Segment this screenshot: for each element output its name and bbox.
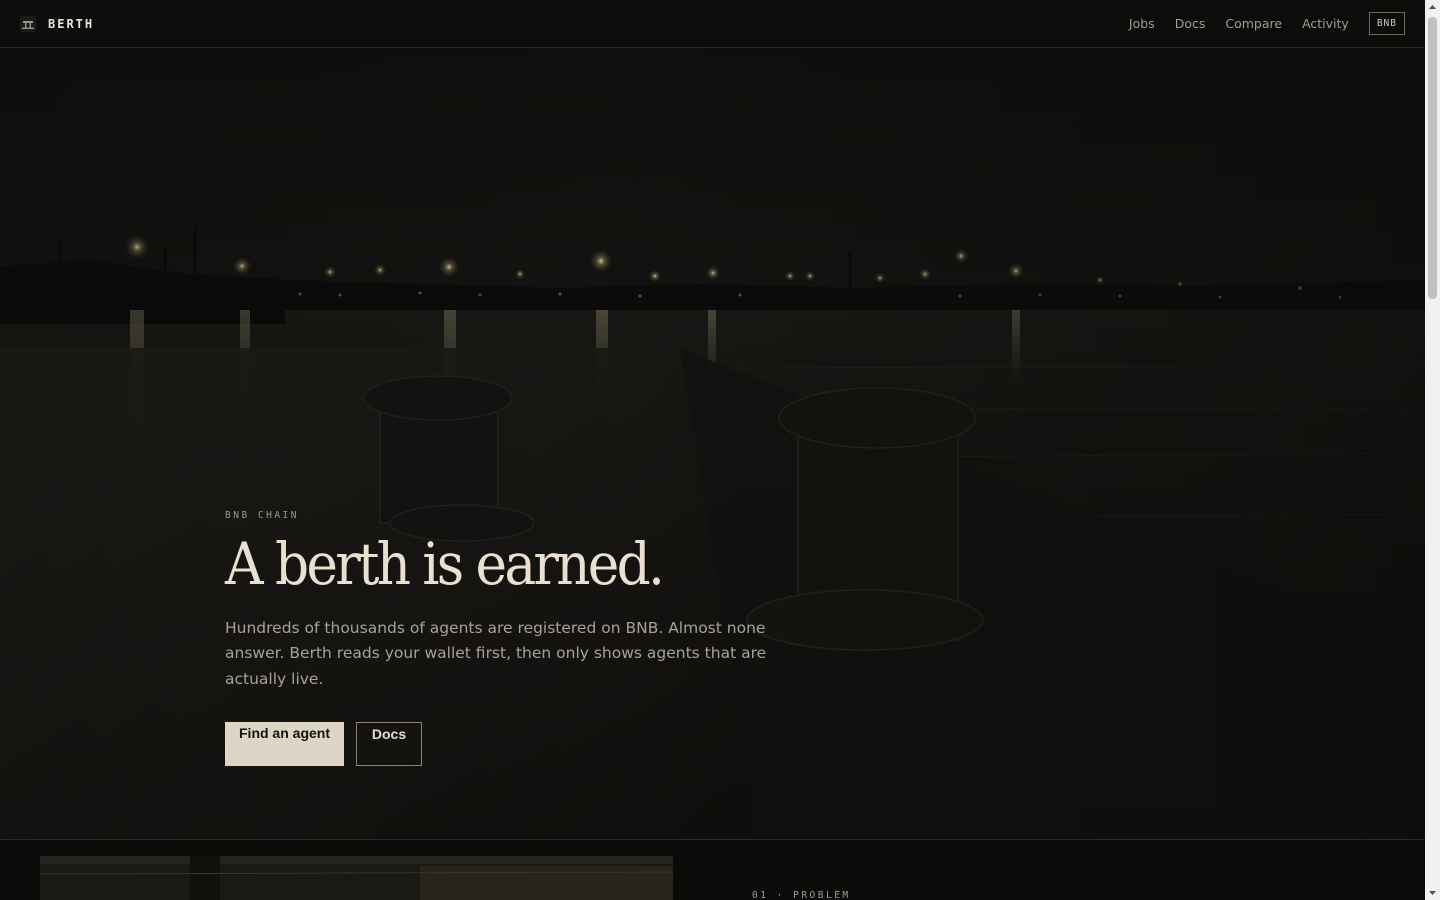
nav-link-docs[interactable]: Docs <box>1175 16 1206 31</box>
brand-name: BERTH <box>48 16 95 31</box>
hero-content: BNB CHAIN A berth is earned. Hundreds of… <box>225 510 785 767</box>
chain-selector-button[interactable]: BNB <box>1368 12 1405 35</box>
problem-section: 01 · PROBLEM <box>0 841 1425 900</box>
section-label: 01 · PROBLEM <box>752 890 851 900</box>
nav-link-activity[interactable]: Activity <box>1302 16 1349 31</box>
top-navigation-bar: BERTH Jobs Docs Compare Activity BNB <box>0 0 1425 48</box>
page-scrollbar[interactable] <box>1425 0 1440 900</box>
nav-link-jobs[interactable]: Jobs <box>1129 16 1155 31</box>
hero-section: BNB CHAIN A berth is earned. Hundreds of… <box>0 48 1425 840</box>
hero-eyebrow: BNB CHAIN <box>225 510 299 521</box>
scrollbar-thumb[interactable] <box>1428 17 1437 299</box>
nav-link-compare[interactable]: Compare <box>1225 16 1282 31</box>
find-agent-button[interactable]: Find an agent <box>225 722 344 767</box>
hero-headline: A berth is earned. <box>225 530 665 598</box>
hero-description: Hundreds of thousands of agents are regi… <box>225 618 767 688</box>
problem-section-photo <box>40 856 673 900</box>
scroll-down-icon[interactable] <box>1425 885 1440 900</box>
brand[interactable]: BERTH <box>20 15 95 32</box>
bollard-icon <box>20 15 36 32</box>
hero-actions: Find an agent Docs <box>225 722 785 767</box>
scroll-up-icon[interactable] <box>1425 0 1440 15</box>
main-nav: Jobs Docs Compare Activity BNB <box>1129 12 1405 35</box>
docs-button[interactable]: Docs <box>356 722 422 767</box>
